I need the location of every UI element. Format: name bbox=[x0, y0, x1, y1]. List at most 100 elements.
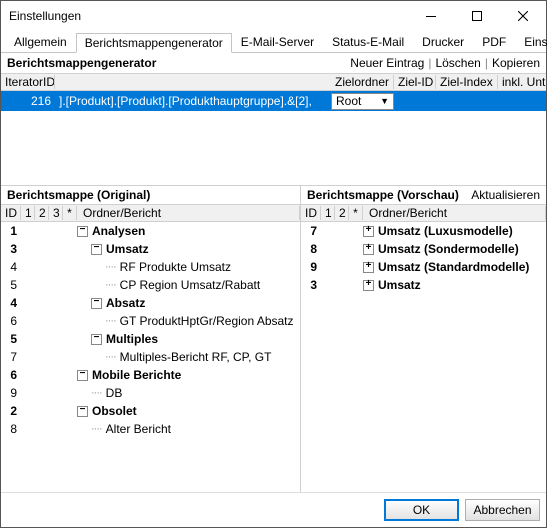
tree-row[interactable]: 7 +Umsatz (Luxusmodelle) bbox=[301, 222, 546, 240]
tree-right: 7 +Umsatz (Luxusmodelle) 8 +Umsatz (Sonderm… bbox=[301, 222, 546, 492]
dialog-buttons: OK Abbrechen bbox=[1, 492, 546, 527]
tree-row[interactable]: 7····Multiples-Bericht RF, CP, GT bbox=[1, 348, 300, 366]
tab-status-email[interactable]: Status-E-Mail bbox=[323, 32, 413, 51]
tree-row[interactable]: 4····RF Produkte Umsatz bbox=[1, 258, 300, 276]
tree-row-label: ····Alter Bericht bbox=[77, 422, 300, 436]
tree-row[interactable]: 9+Umsatz (Standardmodelle) bbox=[301, 258, 546, 276]
th-1[interactable]: 1 bbox=[21, 206, 35, 220]
tree-row-label: −Mobile Berichte bbox=[77, 368, 300, 382]
tree-row-id: 4 bbox=[1, 296, 21, 310]
refresh-link[interactable]: Aktualisieren bbox=[471, 188, 540, 202]
tree-leaf-icon: ···· bbox=[105, 279, 116, 291]
tab-einste[interactable]: Einste bbox=[515, 32, 547, 51]
tree-leaf-icon: ···· bbox=[105, 261, 116, 273]
collapse-icon[interactable]: − bbox=[77, 406, 88, 417]
tree-left: 1 −Analysen 3−Umsatz4····RF Produkte Umsat… bbox=[1, 222, 300, 492]
tree-leaf-icon: ···· bbox=[105, 351, 116, 363]
cell-zielordner-value: Root bbox=[336, 94, 361, 108]
expand-icon[interactable]: + bbox=[363, 244, 374, 255]
expand-icon[interactable]: + bbox=[363, 226, 374, 237]
tab-allgemein[interactable]: Allgemein bbox=[5, 32, 76, 51]
tree-row[interactable]: 5····CP Region Umsatz/Rabatt bbox=[1, 276, 300, 294]
tree-row[interactable]: 4−Absatz bbox=[1, 294, 300, 312]
tree-row-id: 8 bbox=[1, 422, 21, 436]
toolbar: Berichtsmappengenerator Neuer Eintrag | … bbox=[1, 53, 546, 73]
th-name[interactable]: Ordner/Bericht bbox=[363, 206, 546, 220]
delete-link[interactable]: Löschen bbox=[435, 56, 480, 70]
pane-preview-title: Berichtsmappe (Vorschau) bbox=[307, 188, 471, 202]
tree-row-label: −Umsatz bbox=[77, 242, 300, 256]
collapse-icon[interactable]: − bbox=[91, 298, 102, 309]
pane-original: Berichtsmappe (Original) ID 1 2 3 * Ordn… bbox=[1, 186, 301, 492]
tree-row-label: −Analysen bbox=[77, 224, 300, 238]
tree-leaf-icon: ···· bbox=[91, 387, 102, 399]
collapse-icon[interactable]: − bbox=[91, 334, 102, 345]
tab-email-server[interactable]: E-Mail-Server bbox=[232, 32, 323, 51]
section-title: Berichtsmappengenerator bbox=[7, 56, 350, 70]
copy-link[interactable]: Kopieren bbox=[492, 56, 540, 70]
tree-row[interactable]: 6 −Mobile Berichte bbox=[1, 366, 300, 384]
tree-row-id: 8 bbox=[301, 242, 321, 256]
tree-row-label: ····DB bbox=[77, 386, 300, 400]
tree-row-label: ····GT ProduktHptGr/Region Absatz bbox=[77, 314, 300, 328]
tree-row[interactable]: 9 ····DB bbox=[1, 384, 300, 402]
tree-row-label: +Umsatz (Luxusmodelle) bbox=[363, 224, 546, 238]
tree-row-id: 3 bbox=[301, 278, 321, 292]
grid-row[interactable]: 216 ].[Produkt].[Produkt].[Produkthauptg… bbox=[1, 91, 546, 111]
tree-row-id: 6 bbox=[1, 368, 21, 382]
th-id[interactable]: ID bbox=[1, 206, 21, 220]
tab-berichtsmappengenerator[interactable]: Berichtsmappengenerator bbox=[76, 33, 232, 53]
tree-row-label: ····Multiples-Bericht RF, CP, GT bbox=[77, 350, 300, 364]
cell-id: 216 bbox=[1, 94, 55, 108]
tree-row-label: −Multiples bbox=[77, 332, 300, 346]
tabstrip: Allgemein Berichtsmappengenerator E-Mail… bbox=[1, 31, 546, 53]
collapse-icon[interactable]: − bbox=[91, 244, 102, 255]
new-entry-link[interactable]: Neuer Eintrag bbox=[350, 56, 424, 70]
th-id[interactable]: ID bbox=[301, 206, 321, 220]
tree-row[interactable]: 2−Obsolet bbox=[1, 402, 300, 420]
collapse-icon[interactable]: − bbox=[77, 226, 88, 237]
tree-row-id: 9 bbox=[1, 386, 21, 400]
expand-icon[interactable]: + bbox=[363, 262, 374, 273]
tree-row[interactable]: 3−Umsatz bbox=[1, 240, 300, 258]
col-zielordner[interactable]: Zielordner bbox=[331, 75, 394, 89]
window-title: Einstellungen bbox=[9, 9, 408, 23]
th-3[interactable]: 3 bbox=[49, 206, 63, 220]
tree-row-id: 1 bbox=[1, 224, 21, 238]
maximize-button[interactable] bbox=[454, 1, 500, 31]
th-1[interactable]: 1 bbox=[321, 206, 335, 220]
cancel-button[interactable]: Abbrechen bbox=[465, 499, 540, 521]
tab-drucker[interactable]: Drucker bbox=[413, 32, 473, 51]
col-zielindex[interactable]: Ziel-Index bbox=[436, 75, 498, 89]
th-star[interactable]: * bbox=[63, 206, 77, 220]
chevron-down-icon: ▼ bbox=[380, 96, 389, 106]
col-inkl-unt[interactable]: inkl. Unt bbox=[498, 75, 546, 89]
col-zielid[interactable]: Ziel-ID bbox=[394, 75, 436, 89]
close-button[interactable] bbox=[500, 1, 546, 31]
expand-icon[interactable]: + bbox=[363, 280, 374, 291]
tree-row[interactable]: 5−Multiples bbox=[1, 330, 300, 348]
tree-row-id: 2 bbox=[1, 404, 21, 418]
tab-pdf[interactable]: PDF bbox=[473, 32, 515, 51]
grid-body: 216 ].[Produkt].[Produkt].[Produkthauptg… bbox=[1, 91, 546, 183]
th-2[interactable]: 2 bbox=[35, 206, 49, 220]
tree-row[interactable]: 8 ····Alter Bericht bbox=[1, 420, 300, 438]
tree-row[interactable]: 8 +Umsatz (Sondermodelle) bbox=[301, 240, 546, 258]
tree-row[interactable]: 3+Umsatz bbox=[301, 276, 546, 294]
ok-button[interactable]: OK bbox=[384, 499, 459, 521]
col-iteratorid[interactable]: IteratorID bbox=[1, 75, 55, 89]
tree-header-right: ID 1 2 * Ordner/Bericht bbox=[301, 204, 546, 222]
th-name[interactable]: Ordner/Bericht bbox=[77, 206, 300, 220]
tree-row-id: 7 bbox=[301, 224, 321, 238]
th-2[interactable]: 2 bbox=[335, 206, 349, 220]
tree-row[interactable]: 1 −Analysen bbox=[1, 222, 300, 240]
th-star[interactable]: * bbox=[349, 206, 363, 220]
minimize-button[interactable] bbox=[408, 1, 454, 31]
pane-original-title: Berichtsmappe (Original) bbox=[7, 188, 294, 202]
tree-row[interactable]: 6····GT ProduktHptGr/Region Absatz bbox=[1, 312, 300, 330]
tree-row-label: +Umsatz (Sondermodelle) bbox=[363, 242, 546, 256]
collapse-icon[interactable]: − bbox=[77, 370, 88, 381]
cell-iterator[interactable]: ].[Produkt].[Produkt].[Produkthauptgrupp… bbox=[55, 94, 331, 108]
tree-row-id: 5 bbox=[1, 278, 21, 292]
cell-zielordner-dropdown[interactable]: Root ▼ bbox=[331, 93, 394, 110]
